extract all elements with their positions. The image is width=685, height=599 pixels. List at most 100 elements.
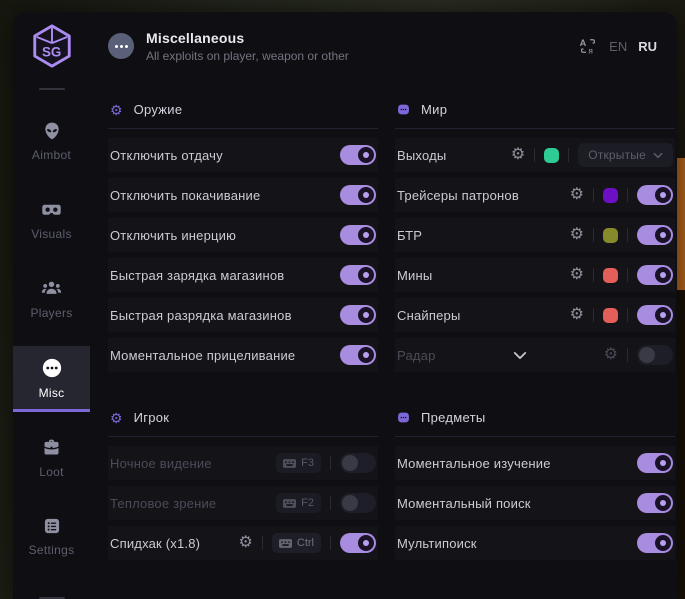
sidebar-item-settings[interactable]: Settings <box>13 505 90 569</box>
control-separator <box>330 536 331 550</box>
dropdown-value: Открытые <box>588 148 646 162</box>
gear-icon[interactable]: ⚙ <box>511 147 525 163</box>
control-separator <box>627 228 628 242</box>
gear-icon[interactable]: ⚙ <box>570 267 584 283</box>
toggle[interactable] <box>340 345 376 365</box>
feature-row: Трейсеры патронов ⚙ <box>395 178 675 212</box>
cheat-menu-window: SG Miscellaneous All exploits on player,… <box>13 12 677 599</box>
gear-icon[interactable]: ⚙ <box>239 535 253 551</box>
color-swatch[interactable] <box>544 148 559 163</box>
chevron-down-icon[interactable] <box>513 351 527 360</box>
color-swatch[interactable] <box>603 188 618 203</box>
feature-row: Мультипоиск <box>395 526 675 560</box>
sidebar-item-visuals[interactable]: Visuals <box>13 188 90 253</box>
control-separator <box>593 228 594 242</box>
feature-row: Радар⚙ <box>395 338 675 372</box>
page-subtitle: All exploits on player, weapon or other <box>146 49 349 63</box>
color-swatch[interactable] <box>603 228 618 243</box>
page-heading: Miscellaneous All exploits on player, we… <box>108 30 349 63</box>
gear-icon[interactable]: ⚙ <box>570 187 584 203</box>
section-title: Оружие <box>134 102 183 117</box>
window-header: SG Miscellaneous All exploits on player,… <box>13 12 677 80</box>
toggle[interactable] <box>637 345 673 365</box>
page-title: Miscellaneous <box>146 30 349 46</box>
section-header: Мир <box>395 94 675 128</box>
section-divider <box>108 128 378 129</box>
hotkey-label: F2 <box>301 497 314 509</box>
dots-square-icon <box>397 411 410 424</box>
feature-label: Моментальный поиск <box>397 496 531 511</box>
section-divider <box>395 436 675 437</box>
toggle[interactable] <box>637 305 673 325</box>
feature-label: Спидхак (x1.8) <box>110 536 200 551</box>
feature-row: БТР ⚙ <box>395 218 675 252</box>
control-separator <box>262 536 263 550</box>
gear-icon[interactable]: ⚙ <box>604 347 618 363</box>
hotkey-badge[interactable]: Ctrl <box>272 533 321 553</box>
feature-row: Спидхак (x1.8) ⚙ Ctrl <box>108 526 378 560</box>
section-divider <box>108 436 378 437</box>
control-separator <box>593 308 594 322</box>
feature-label: Выходы <box>397 148 446 163</box>
toggle[interactable] <box>340 305 376 325</box>
feature-row: Быстрая зарядка магазинов <box>108 258 378 292</box>
feature-label: Быстрая зарядка магазинов <box>110 268 284 283</box>
toggle[interactable] <box>637 453 673 473</box>
toggle[interactable] <box>340 533 376 553</box>
hotkey-badge[interactable]: F2 <box>276 493 321 513</box>
lang-ru-button[interactable]: RU <box>638 39 657 54</box>
toggle[interactable] <box>637 185 673 205</box>
feature-row: Моментальный поиск <box>395 486 675 520</box>
section-weapon: ⚙ОружиеОтключить отдачуОтключить покачив… <box>108 94 378 378</box>
hotkey-badge[interactable]: F3 <box>276 453 321 473</box>
toggle[interactable] <box>340 453 376 473</box>
feature-label: Ночное видение <box>110 456 212 471</box>
sidebar-item-label: Loot <box>39 465 64 479</box>
feature-row: Тепловое зрениеF2 <box>108 486 378 520</box>
alien-icon <box>42 121 62 141</box>
control-separator <box>593 268 594 282</box>
control-separator <box>330 496 331 510</box>
color-swatch[interactable] <box>603 268 618 283</box>
translate-icon: A я <box>578 36 598 56</box>
sidebar-item-aimbot[interactable]: Aimbot <box>13 110 90 174</box>
sidebar-item-label: Settings <box>29 543 75 557</box>
toggle[interactable] <box>637 493 673 513</box>
gear-icon[interactable]: ⚙ <box>570 307 584 323</box>
ellipsis-icon <box>108 33 134 59</box>
control-separator <box>627 188 628 202</box>
ellipsis-icon <box>41 357 63 379</box>
feature-label: Отключить инерцию <box>110 228 236 243</box>
section-header: Предметы <box>395 402 675 436</box>
feature-label: Моментальное прицеливание <box>110 348 295 363</box>
feature-row: Отключить покачивание <box>108 178 378 212</box>
lang-en-button[interactable]: EN <box>609 39 627 54</box>
toggle[interactable] <box>340 145 376 165</box>
left-column: ⚙ Оружие Отключить отдачу Отключить покачив… <box>108 94 378 590</box>
feature-label: Трейсеры патронов <box>397 188 519 203</box>
toggle[interactable] <box>340 225 376 245</box>
app-logo: SG <box>13 23 90 69</box>
toggle[interactable] <box>637 265 673 285</box>
toggle[interactable] <box>637 533 673 553</box>
toggle[interactable] <box>340 265 376 285</box>
feature-label: Мины <box>397 268 432 283</box>
feature-label: БТР <box>397 228 422 243</box>
sidebar-item-loot[interactable]: Loot <box>13 426 90 491</box>
toggle[interactable] <box>340 185 376 205</box>
sidebar-item-players[interactable]: Players <box>13 267 90 332</box>
control-separator <box>593 188 594 202</box>
players-icon <box>41 278 62 299</box>
feature-row: Отключить отдачу <box>108 138 378 172</box>
control-separator <box>627 268 628 282</box>
toggle[interactable] <box>340 493 376 513</box>
keyboard-icon <box>283 459 296 468</box>
control-separator <box>627 308 628 322</box>
color-swatch[interactable] <box>603 308 618 323</box>
control-separator <box>330 456 331 470</box>
sidebar-item-misc[interactable]: Misc <box>13 346 90 412</box>
section-title: Игрок <box>134 410 170 425</box>
dropdown-select[interactable]: Открытые <box>578 143 673 167</box>
gear-icon[interactable]: ⚙ <box>570 227 584 243</box>
toggle[interactable] <box>637 225 673 245</box>
